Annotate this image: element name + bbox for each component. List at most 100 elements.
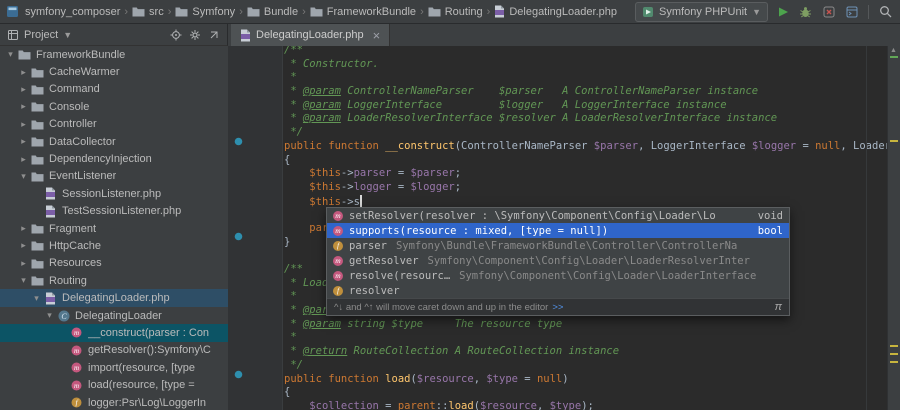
breadcrumb-item[interactable]: Bundle xyxy=(245,6,300,18)
tree-item[interactable]: mload(resource, [type = xyxy=(0,376,228,393)
breadcrumb-label: Routing xyxy=(445,6,483,18)
folder-icon xyxy=(30,136,45,147)
override-gutter-icon[interactable] xyxy=(234,370,243,379)
expand-arrow-icon[interactable]: ▾ xyxy=(30,293,43,304)
search-icon[interactable] xyxy=(877,3,894,20)
chevron-down-icon[interactable]: ▼ xyxy=(63,30,72,40)
expand-arrow-icon[interactable]: ▸ xyxy=(17,223,30,234)
breadcrumb-item[interactable]: Routing xyxy=(426,6,485,18)
tree-item[interactable]: ▸ Console xyxy=(0,98,228,115)
breadcrumb-item[interactable]: DelegatingLoader.php xyxy=(492,5,619,18)
locate-file-icon[interactable] xyxy=(170,29,182,41)
tree-item[interactable]: m__construct(parser : Con xyxy=(0,324,228,341)
tree-item[interactable]: ▸DependencyInjection xyxy=(0,150,228,167)
expand-arrow-icon[interactable]: ▾ xyxy=(17,275,30,286)
tree-item[interactable]: ▸ CacheWarmer xyxy=(0,63,228,80)
override-gutter-icon[interactable] xyxy=(234,232,243,241)
tree-item[interactable]: TestSessionListener.php xyxy=(0,203,228,220)
expand-arrow-icon[interactable]: ▾ xyxy=(4,49,17,60)
phpunit-config-icon xyxy=(642,6,654,18)
tree-item[interactable]: ▾EventListener xyxy=(0,168,228,185)
expand-arrow-icon[interactable]: ▸ xyxy=(17,154,30,165)
php-file-icon xyxy=(240,29,251,42)
completion-list: msetResolver(resolver : \Symfony\Compone… xyxy=(327,208,789,298)
tree-item[interactable]: ▸Controller xyxy=(0,116,228,133)
expand-arrow-icon[interactable]: ▸ xyxy=(17,119,30,130)
tree-item-label: Resources xyxy=(49,257,102,269)
tree-item[interactable]: ▸ Resources xyxy=(0,255,228,272)
completion-type: Symfony\Bundle\FrameworkBundle\Controlle… xyxy=(396,240,783,252)
run-button[interactable] xyxy=(774,3,791,20)
tree-item[interactable]: ▸ HttpCache xyxy=(0,237,228,254)
scroll-up-icon[interactable]: ▲ xyxy=(890,47,897,54)
breadcrumb-item[interactable]: Symfony xyxy=(173,6,237,18)
tree-item-label: HttpCache xyxy=(49,240,101,252)
completion-name: setResolver(resolver : \Symfony\Componen… xyxy=(349,210,716,222)
breadcrumb-item[interactable]: symfony_composer xyxy=(23,6,122,18)
gear-icon[interactable] xyxy=(189,29,201,41)
expand-arrow-icon[interactable]: ▸ xyxy=(17,258,30,269)
tree-item-label: CacheWarmer xyxy=(49,66,120,78)
tree-item[interactable]: ▾CDelegatingLoader xyxy=(0,307,228,324)
override-gutter-icon[interactable] xyxy=(234,137,243,146)
breadcrumb-label: Symfony xyxy=(192,6,235,18)
tree-item[interactable]: ▸ DataCollector xyxy=(0,133,228,150)
project-panel-header: Project ▼ xyxy=(0,24,228,46)
completion-item[interactable]: mgetResolverSymfony\Component\Config\Loa… xyxy=(327,253,789,268)
stripe-mark[interactable] xyxy=(890,345,898,347)
tree-item[interactable]: flogger:Psr\Log\LoggerIn xyxy=(0,394,228,410)
svg-text:m: m xyxy=(74,382,79,390)
editor[interactable]: /** * Constructor. * * @param Controller… xyxy=(228,46,900,410)
tree-item[interactable]: SessionListener.php xyxy=(0,185,228,202)
error-stripe[interactable]: ▲ xyxy=(887,46,900,410)
stripe-mark[interactable] xyxy=(890,140,898,142)
tree-item-label: Console xyxy=(49,101,89,113)
console-button[interactable] xyxy=(843,3,860,20)
debug-button[interactable] xyxy=(797,3,814,20)
tree-item-label: DataCollector xyxy=(49,136,116,148)
tree-item[interactable]: ▾Routing xyxy=(0,272,228,289)
completion-more-link[interactable]: >> xyxy=(552,302,563,313)
code-line: $this->parser = $parser; xyxy=(284,167,887,181)
breadcrumb-item[interactable]: FrameworkBundle xyxy=(308,6,418,18)
completion-item[interactable]: fparserSymfony\Bundle\FrameworkBundle\Co… xyxy=(327,238,789,253)
code-line: * xyxy=(284,331,887,345)
project-tree: ▾FrameworkBundle▸CacheWarmer▸Command▸Con… xyxy=(0,46,229,410)
breadcrumb-label: FrameworkBundle xyxy=(327,6,416,18)
expand-arrow-icon[interactable]: ▸ xyxy=(17,136,30,147)
completion-item[interactable]: mresolve(resourc…Symfony\Component\Confi… xyxy=(327,268,789,283)
hide-panel-icon[interactable] xyxy=(208,29,220,41)
code-line: * @param ControllerNameParser $parser A … xyxy=(284,85,887,99)
folder-icon xyxy=(310,6,323,17)
completion-item[interactable]: msetResolver(resolver : \Symfony\Compone… xyxy=(327,208,789,223)
tree-item[interactable]: mimport(resource, [type xyxy=(0,359,228,376)
field-icon: f xyxy=(69,397,84,408)
tree-item[interactable]: ▾DelegatingLoader.php xyxy=(0,289,228,306)
run-config-selector[interactable]: Symfony PHPUnit ▼ xyxy=(635,2,768,22)
project-panel-title[interactable]: Project xyxy=(24,29,58,41)
expand-arrow-icon[interactable]: ▸ xyxy=(17,84,30,95)
stripe-mark[interactable] xyxy=(890,56,898,58)
completion-type: Symfony\Component\Config\Loader\LoaderIn… xyxy=(459,270,783,282)
expand-arrow-icon[interactable]: ▾ xyxy=(43,310,56,321)
tree-item[interactable]: ▸Fragment xyxy=(0,220,228,237)
expand-arrow-icon[interactable]: ▸ xyxy=(17,67,30,78)
code-line: { xyxy=(284,154,887,168)
completion-item[interactable]: msupports(resource : mixed, [type = null… xyxy=(327,223,789,238)
code-line: $collection = parent::load($resource, $t… xyxy=(284,400,887,410)
breadcrumb-item[interactable]: src xyxy=(130,6,166,18)
close-icon[interactable]: × xyxy=(373,29,381,42)
expand-arrow-icon[interactable]: ▾ xyxy=(17,171,30,182)
tree-item[interactable]: ▾FrameworkBundle xyxy=(0,46,228,63)
code-line: */ xyxy=(284,359,887,373)
tree-item[interactable]: mgetResolver():Symfony\C xyxy=(0,342,228,359)
tab-delegatingloader[interactable]: DelegatingLoader.php × xyxy=(231,24,390,46)
expand-arrow-icon[interactable]: ▸ xyxy=(17,101,30,112)
stripe-mark[interactable] xyxy=(890,361,898,363)
stripe-mark[interactable] xyxy=(890,353,898,355)
stop-button[interactable] xyxy=(820,3,837,20)
code-line: { xyxy=(284,386,887,400)
expand-arrow-icon[interactable]: ▸ xyxy=(17,240,30,251)
completion-item[interactable]: fresolver xyxy=(327,283,789,298)
tree-item[interactable]: ▸Command xyxy=(0,81,228,98)
